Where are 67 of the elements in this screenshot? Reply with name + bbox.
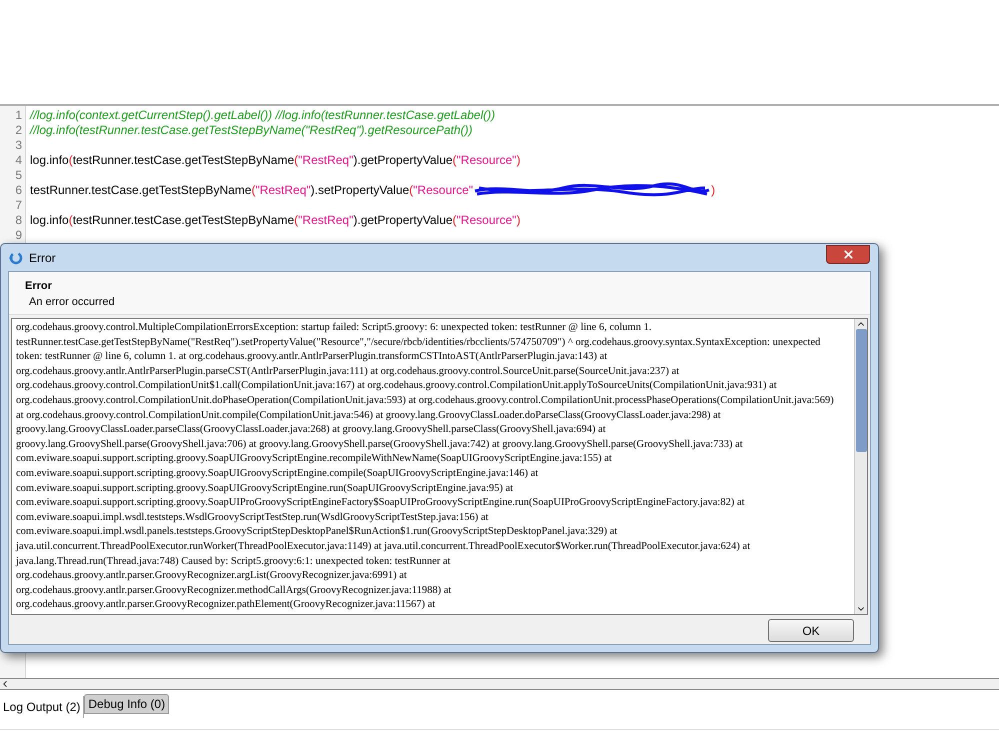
horizontal-scrollbar[interactable] [0,678,999,690]
error-message-line: org.codehaus.groovy.antlr.AntlrParserPlugin.parseCST(AntlrParserPlugin.java:111) at org.codehaus.groovy.control.SourceUnit.parse(SourceUnit.java:237) at [16,364,680,379]
line-number: 6 [15,183,22,198]
code-text: ).getPropertyValue [353,213,453,227]
code-paren: ( [294,153,298,167]
vertical-scrollbar[interactable] [854,319,867,614]
code-paren: ( [251,183,256,197]
error-message-line: org.codehaus.groovy.antlr.parser.GroovyRecognizer.methodCallArgs(GroovyRecognizer.java:11988) at [16,584,452,598]
error-message-line: com.eviware.soapui.support.scripting.groovy.SoapUIGroovyScriptEngine.recompileWithNewName(SoapUIGroovyScriptEngine.java:155) at [16,452,612,466]
line-number: 3 [15,138,22,153]
error-message-line: java.util.concurrent.ThreadPoolExecutor.runWorker(ThreadPoolExecutor.java:1149) at java.util.concurrent.ThreadPoolExecutor$Worker.run(ThreadPoolExecutor.java:624) at [16,540,750,554]
code-string: "RestReq" [255,183,311,197]
code-text: log.info [30,153,69,167]
error-message-line: token: testRunner @ line 6, column 1. at org.codehaus.groovy.antlr.AntlrParserPlugin.transformCSTIntoAST(AntlrParserPlugin.java:143) at [16,350,608,364]
dialog-title: Error [29,250,56,266]
error-message-line: org.codehaus.groovy.antlr.parser.GroovyRecognizer.argList(GroovyRecognizer.java:6991) at [16,569,407,584]
scroll-thumb[interactable] [856,329,866,452]
code-string: "RestReq" [298,213,354,227]
code-text: testRunner.testCase.getTestStepByName [72,213,294,227]
code-paren: ) [516,153,520,167]
error-heading: Error [25,280,53,293]
code-text: testRunner.testCase.getTestStepByName [72,153,294,167]
code-text: log.info [30,213,69,227]
error-message-line: com.eviware.soapui.impl.wsdl.panels.teststeps.GroovyScriptStepDesktopPanel$RunAction$1.run(GroovyScriptStepDesktopPanel.java:329) at [16,525,618,540]
code-paren: ) [711,183,716,197]
line-number: 5 [15,168,22,183]
error-message-line: at org.codehaus.groovy.control.CompilationUnit.compile(CompilationUnit.java:546) at groovy.lang.GroovyClassLoader.doParseClass(GroovyClassLoader.java:298) at [16,408,721,423]
code-paren: ( [409,183,414,197]
line-number: 1 [15,108,22,123]
line-number: 7 [15,198,22,213]
error-message-line: groovy.lang.GroovyShell.parse(GroovyShell.java:706) at groovy.lang.GroovyShell.parse(GroovyShell.java:742) at groovy.lang.GroovyShell.parse(GroovyShell.java:733) at [16,438,743,452]
panel-tab[interactable]: Debug Info (0) [84,694,170,714]
error-message-line: org.codehaus.groovy.control.CompilationUnit$1.call(CompilationUnit.java:167) at org.codehaus.groovy.control.CompilationUnit.applyToSourceUnits(CompilationUnit.java:931) at [16,379,777,394]
error-message-line: com.eviware.soapui.support.scripting.groovy.SoapUIGroovyScriptEngine.run(SoapUIGroovyScriptEngine.java:95) at [16,482,514,496]
error-subheading: An error occurred [28,296,116,309]
error-message-line: testRunner.testCase.getTestStepByName("RestReq").setPropertyValue("Resource","/secure/rbcb/identities/rbcclients/574750709") ^ org.codehaus.groovy.syntax.SyntaxException: unexpected [16,336,820,350]
app-logo-icon [9,250,23,264]
code-paren: ( [294,213,298,227]
code-string: "Resource" [413,183,474,197]
code-comment: //log.info(context.getCurrentStep().getLabel()) //log.info(testRunner.testCase.getLabel()) [30,108,496,122]
code-string: "RestReq" [298,153,354,167]
error-message-line: org.codehaus.groovy.antlr.parser.GroovyRecognizer.pathElement(GroovyRecognizer.java:11567) at [16,598,436,612]
error-message-line: com.eviware.soapui.impl.wsdl.teststeps.WsdlGroovyScriptTestStep.run(WsdlGroovyScriptTestStep.java:156) at [16,510,488,525]
code-paren: ( [452,213,457,227]
line-number: 4 [15,153,22,168]
error-message-line: com.eviware.soapui.support.scripting.groovy.SoapUIGroovyScriptEngine.compile(SoapUIGroovyScriptEngine.java:146) at [16,466,538,481]
error-message-line: org.codehaus.groovy.control.CompilationUnit.doPhaseOperation(CompilationUnit.java:593) at org.codehaus.groovy.control.CompilationUnit.processPhaseOperations(CompilationUnit.java:569) [16,394,834,408]
close-button[interactable] [826,245,870,264]
error-message-line: groovy.lang.GroovyClassLoader.parseClass(GroovyClassLoader.java:268) at groovy.lang.GroovyShell.parseClass(GroovyShell.java:694) at [16,423,606,438]
code-comment: //log.info(testRunner.testCase.getTestStepByName("RestReq").getResourcePath()) [30,123,472,137]
ok-button[interactable]: OK [768,619,854,642]
line-number: 8 [15,213,22,228]
code-paren: ( [68,153,73,167]
code-text: ).setPropertyValue [310,183,410,197]
code-string: "Resource" [456,213,516,227]
error-message-line: org.codehaus.groovy.control.MultipleCompilationErrorsException: startup failed: Script5.groovy: 6: unexpected token: testRunner @ line 6, column 1. [16,321,652,335]
code-paren: ( [68,213,73,227]
code-paren: ) [516,213,520,227]
error-message-line: com.eviware.soapui.support.scripting.groovy.SoapUIProGroovyScriptEngineFactory$SoapUIProGroovyScriptEngine.run(SoapUIProGroovyScriptEngineFactory.java:82) at [16,496,745,510]
code-text: ).getPropertyValue [353,153,453,167]
code-string: "Resource" [456,153,516,167]
code-paren: ( [452,153,457,167]
error-message-line: java.lang.Thread.run(Thread.java:748) Caused by: Script5.groovy:6:1: unexpected token: testRunner at [16,554,450,568]
close-icon [842,248,854,261]
line-number: 9 [15,228,22,243]
line-number: 2 [15,123,22,138]
code-text: testRunner.testCase.getTestStepByName [30,183,252,197]
